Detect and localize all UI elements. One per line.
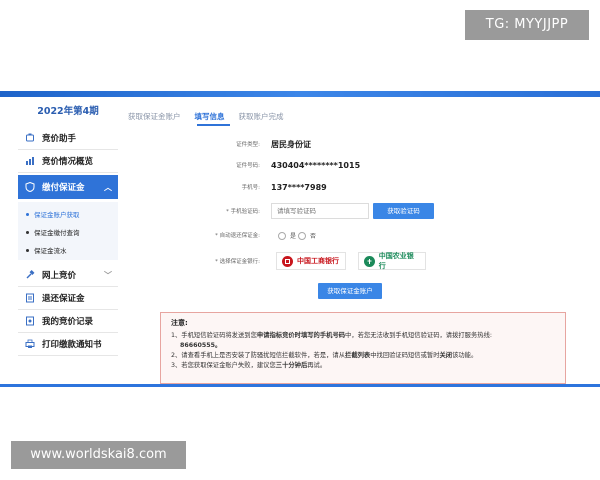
submenu-item-label: 保证金流水	[34, 247, 67, 255]
deposit-submenu: 保证金账户获取 保证金缴付查询 保证金流水	[18, 202, 118, 260]
step-tabs: 获取保证金账户 填写信息 获取账户完成	[128, 111, 284, 122]
step-fill-info[interactable]: 填写信息	[195, 111, 225, 122]
radio-yes[interactable]: 是	[278, 231, 296, 240]
submenu-item-account[interactable]: 保证金账户获取	[26, 209, 80, 219]
shield-icon	[24, 181, 36, 193]
sidebar-item-label: 网上竞价	[42, 271, 77, 281]
bullet-icon	[26, 230, 29, 234]
main-content: 获取保证金账户 填写信息 获取账户完成 证件类型: 居民身份证 证件号码: 43…	[128, 97, 590, 384]
active-step-indicator	[197, 124, 230, 126]
step-complete[interactable]: 获取账户完成	[239, 111, 284, 122]
bank-label: * 选择保证金银行:	[215, 259, 260, 265]
sidebar: 2022年第4期 竞价助手 竞价情况概览 缴付保证金 ︿ 保证金账户获取 保证金…	[18, 97, 118, 384]
abc-logo-icon	[364, 255, 375, 267]
sms-label: * 手机验证码:	[226, 209, 260, 215]
app-window: 2022年第4期 竞价助手 竞价情况概览 缴付保证金 ︿ 保证金账户获取 保证金…	[0, 91, 600, 388]
bullet-icon	[26, 248, 29, 252]
print-icon	[24, 338, 36, 350]
chart-icon	[24, 155, 36, 167]
period-title: 2022年第4期	[37, 106, 99, 117]
sidebar-item-deposit[interactable]: 缴付保证金 ︿	[18, 175, 118, 199]
radio-circle-icon	[278, 231, 286, 240]
step-get-account[interactable]: 获取保证金账户	[128, 111, 181, 122]
id-number-label: 证件号码:	[236, 163, 260, 169]
chevron-down-icon: ﹀	[104, 270, 112, 280]
watermark-top: TG: MYYJJPP	[465, 10, 589, 40]
bank-option-abc[interactable]: 中国农业银行	[358, 252, 426, 270]
submenu-item-label: 保证金缴付查询	[34, 229, 80, 237]
get-code-button[interactable]: 获取验证码	[373, 203, 434, 219]
submenu-item-query[interactable]: 保证金缴付查询	[26, 227, 80, 237]
radio-circle-icon	[298, 231, 306, 240]
sidebar-item-print[interactable]: 打印缴款通知书	[18, 333, 118, 356]
notice-title: 注意:	[171, 319, 188, 327]
sidebar-item-label: 竞价助手	[42, 134, 77, 144]
sidebar-item-label: 缴付保证金	[42, 183, 85, 193]
sidebar-item-assistant[interactable]: 竞价助手	[18, 127, 118, 150]
auto-refund-label: * 自动退还保证金:	[215, 233, 260, 239]
id-type-label: 证件类型:	[236, 142, 260, 148]
phone-label: 手机号:	[241, 185, 260, 191]
submenu-item-label: 保证金账户获取	[34, 211, 80, 219]
id-type-row: 证件类型: 居民身份证	[128, 137, 590, 151]
sidebar-item-overview[interactable]: 竞价情况概览	[18, 150, 118, 173]
id-number-row: 证件号码: 430404********1015	[128, 158, 590, 172]
radio-no-label: 否	[310, 233, 317, 240]
icbc-logo-icon	[282, 255, 293, 267]
assistant-icon	[24, 132, 36, 144]
sidebar-item-online-bid[interactable]: 网上竞价 ﹀	[18, 264, 118, 287]
radio-no[interactable]: 否	[298, 231, 316, 240]
bid-icon	[24, 269, 36, 281]
chevron-up-icon: ︿	[104, 182, 112, 192]
sidebar-item-label: 退还保证金	[42, 294, 85, 304]
notice-line-3: 3、若您获取保证金账户失败，建议您三十分钟后再试。	[171, 362, 327, 369]
watermark-bottom: www.worldskai8.com	[11, 441, 186, 469]
sms-code-input[interactable]	[271, 203, 369, 219]
id-type-value: 居民身份证	[271, 139, 311, 149]
sidebar-item-label: 竞价情况概览	[42, 157, 94, 167]
get-deposit-account-button[interactable]: 获取保证金账户	[318, 283, 382, 299]
bank-option-icbc[interactable]: 中国工商银行	[276, 252, 346, 270]
notice-line-1: 1、手机短信验证码将发送到您申请指标竞价时填写的手机号码中，若您无法收到手机短信…	[171, 332, 492, 339]
phone-row: 手机号: 137****7989	[128, 180, 590, 194]
notice-hotline: 86660555。	[180, 342, 222, 349]
sidebar-item-label: 打印缴款通知书	[42, 340, 102, 350]
footer-divider	[0, 384, 600, 387]
sidebar-item-refund[interactable]: 退还保证金	[18, 287, 118, 310]
refund-icon	[24, 292, 36, 304]
notice-box: 注意: 1、手机短信验证码将发送到您申请指标竞价时填写的手机号码中，若您无法收到…	[160, 312, 566, 384]
sidebar-item-records[interactable]: 我的竞价记录	[18, 310, 118, 333]
record-icon	[24, 315, 36, 327]
sidebar-item-label: 我的竞价记录	[42, 317, 94, 327]
radio-yes-label: 是	[290, 233, 297, 240]
id-number-value: 430404********1015	[271, 160, 361, 170]
bank-icbc-label: 中国工商银行	[297, 257, 339, 265]
auto-refund-row: * 自动退还保证金:	[128, 228, 590, 242]
bank-abc-label: 中国农业银行	[378, 252, 414, 270]
submenu-item-flow[interactable]: 保证金流水	[26, 245, 67, 255]
bullet-icon	[26, 212, 29, 216]
notice-line-2: 2、请查看手机上是否安装了防骚扰短信拦截软件，若是，请从拦截列表中找回验证码短信…	[171, 352, 478, 359]
phone-value: 137****7989	[271, 182, 327, 192]
